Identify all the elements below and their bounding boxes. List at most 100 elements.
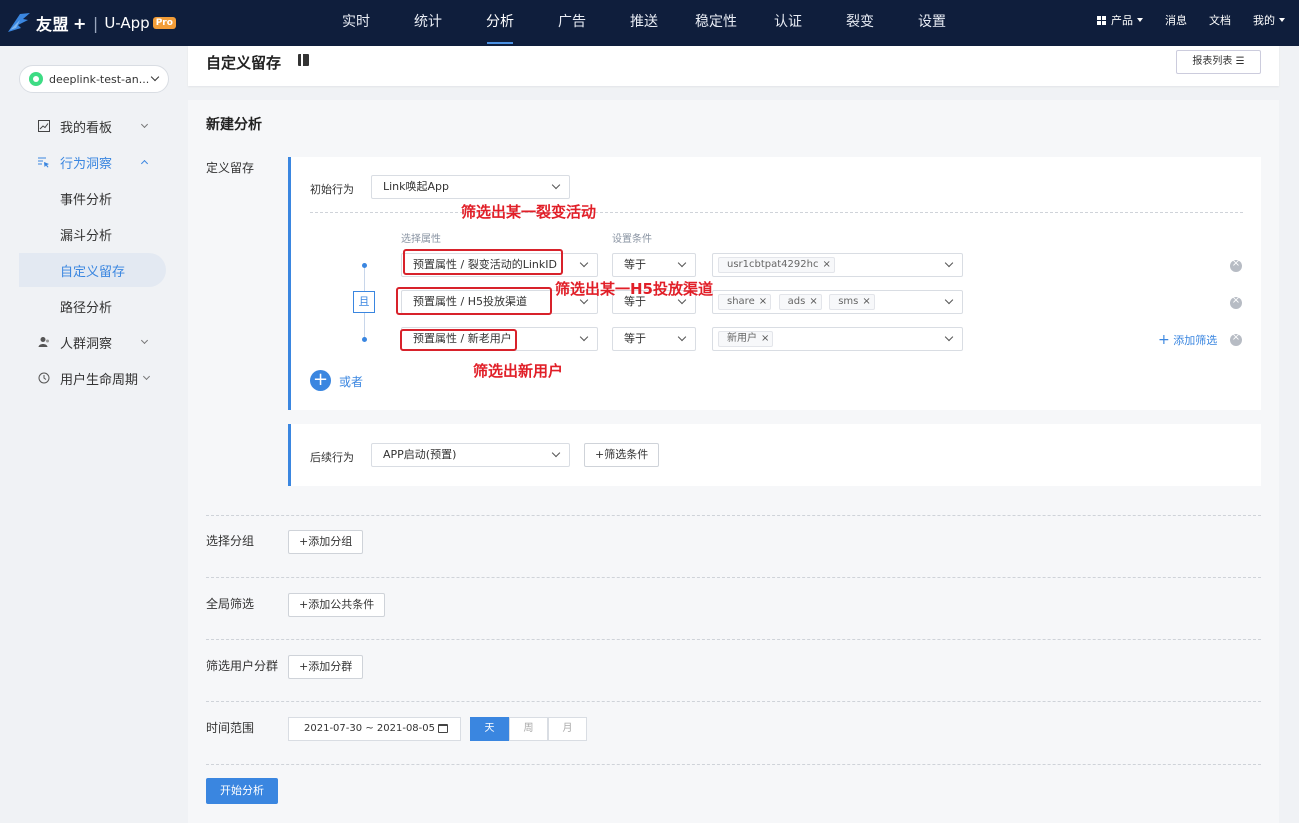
initial-behavior-select[interactable]: Link唤起App — [371, 175, 570, 199]
sidebar-item-event-analysis[interactable]: 事件分析 — [19, 181, 166, 215]
end-date: 2021-08-05 — [376, 723, 436, 734]
and-toggle[interactable]: 且 — [353, 291, 375, 313]
sidebar-item-custom-retention[interactable]: 自定义留存 — [19, 253, 166, 287]
add-common-condition-button[interactable]: +添加公共条件 — [288, 593, 386, 617]
page-header: 自定义留存 报表列表 ☰ — [188, 46, 1279, 86]
chevron-down-icon — [551, 448, 561, 458]
remove-filter-icon[interactable] — [1230, 258, 1242, 272]
tab-statistics[interactable]: 统计 — [392, 0, 464, 46]
add-or-plus-icon[interactable]: + — [310, 370, 331, 391]
divider — [206, 515, 1261, 516]
sidebar-item-path-analysis[interactable]: 路径分析 — [19, 289, 166, 323]
messages-link[interactable]: 消息 — [1165, 12, 1187, 28]
close-icon[interactable]: × — [761, 333, 769, 344]
remove-filter-icon[interactable] — [1230, 332, 1242, 346]
chevron-up-icon — [140, 159, 149, 168]
close-icon[interactable]: × — [862, 296, 870, 307]
add-segment-button[interactable]: +添加分群 — [288, 655, 364, 679]
tag-label: ads — [787, 296, 806, 307]
followup-behavior-block: 后续行为 APP启动(预置) +筛选条件 — [288, 424, 1261, 486]
sidebar-item-lifecycle[interactable]: 用户生命周期 — [19, 361, 166, 395]
chevron-down-icon — [579, 332, 589, 342]
mine-menu[interactable]: 我的 — [1253, 12, 1285, 28]
tab-fission[interactable]: 裂变 — [824, 0, 896, 46]
report-list-button[interactable]: 报表列表 ☰ — [1176, 50, 1261, 74]
annotation-text: 筛选出新用户 — [473, 362, 564, 380]
tab-stability[interactable]: 稳定性 — [680, 0, 752, 46]
value-tag: usr1cbtpat4292hc × — [718, 257, 835, 273]
chart-icon — [38, 120, 50, 132]
divider — [206, 701, 1261, 702]
initial-behavior-value: Link唤起App — [383, 180, 450, 193]
tag-label: share — [727, 296, 755, 307]
chevron-down-icon — [579, 258, 589, 268]
followup-behavior-label: 后续行为 — [310, 451, 354, 464]
tag-label: 新用户 — [727, 333, 757, 344]
analysis-panel: 新建分析 定义留存 初始行为 Link唤起App 选择属性 设置条件 且 预置属… — [188, 100, 1279, 823]
annotation-text: 筛选出某一H5投放渠道 — [555, 280, 713, 298]
docs-link[interactable]: 文档 — [1209, 12, 1231, 28]
granularity-day[interactable]: 天 — [470, 717, 509, 741]
products-menu[interactable]: 产品 — [1097, 12, 1143, 28]
sidebar: deeplink-test-an... 我的看板 行为洞察 事件分析 漏斗分析 … — [0, 46, 186, 823]
pro-badge: Pro — [152, 17, 176, 29]
select-attr-hint: 选择属性 — [401, 234, 441, 245]
granularity-week[interactable]: 周 — [509, 717, 548, 741]
calendar-icon — [438, 724, 448, 733]
nav-right-menu: 产品 消息 文档 我的 — [1075, 0, 1285, 40]
date-range-picker[interactable]: 2021-07-30 ~ 2021-08-05 — [288, 717, 461, 741]
annotation-text: 筛选出某一裂变活动 — [461, 203, 597, 221]
granularity-month[interactable]: 月 — [548, 717, 587, 741]
chevron-down-icon — [150, 72, 160, 82]
sidebar-item-funnel-analysis[interactable]: 漏斗分析 — [19, 217, 166, 251]
followup-behavior-select[interactable]: APP启动(预置) — [371, 443, 570, 467]
caret-down-icon — [1137, 18, 1143, 22]
sidebar-item-behavior[interactable]: 行为洞察 — [19, 145, 166, 179]
umeng-logo[interactable]: 友盟 + | U-App Pro — [6, 8, 176, 38]
filter-operator-select[interactable]: 等于 — [612, 327, 696, 351]
chevron-down-icon — [142, 372, 151, 381]
add-filter-link[interactable]: + 添加筛选 — [1158, 332, 1217, 348]
initial-behavior-label: 初始行为 — [310, 183, 354, 196]
time-range-label: 时间范围 — [206, 721, 255, 735]
close-icon[interactable]: × — [809, 296, 817, 307]
tab-analysis[interactable]: 分析 — [464, 0, 536, 46]
add-condition-button[interactable]: +筛选条件 — [584, 443, 660, 467]
product-name: U-App — [104, 14, 150, 32]
initial-behavior-block: 初始行为 Link唤起App 选择属性 设置条件 且 预置属性 / 裂变活动的L… — [288, 157, 1261, 410]
filter-value-select[interactable]: usr1cbtpat4292hc × — [712, 253, 963, 277]
tab-realtime[interactable]: 实时 — [320, 0, 392, 46]
app-selector[interactable]: deeplink-test-an... — [19, 65, 169, 93]
close-icon[interactable]: × — [822, 259, 830, 270]
remove-filter-icon[interactable] — [1230, 295, 1242, 309]
start-analysis-button[interactable]: 开始分析 — [206, 778, 278, 804]
sidebar-item-dashboard[interactable]: 我的看板 — [19, 109, 166, 143]
chevron-down-icon — [677, 258, 687, 268]
add-group-button[interactable]: +添加分组 — [288, 530, 364, 554]
brand-plus: + — [73, 13, 87, 33]
start-date: 2021-07-30 — [304, 723, 363, 734]
annotation-box — [403, 249, 563, 275]
cycle-icon — [38, 372, 50, 384]
section-title: 新建分析 — [206, 117, 262, 133]
tag-label: usr1cbtpat4292hc — [727, 259, 819, 270]
filter-value-select[interactable]: 新用户 × — [712, 327, 963, 351]
filter-operator-select[interactable]: 等于 — [612, 253, 696, 277]
tab-ads[interactable]: 广告 — [536, 0, 608, 46]
caret-down-icon — [1279, 18, 1285, 22]
filter-value-select[interactable]: share × ads × sms × — [712, 290, 963, 314]
sidebar-item-crowd[interactable]: 人群洞察 — [19, 325, 166, 359]
close-icon[interactable]: × — [759, 296, 767, 307]
tab-auth[interactable]: 认证 — [752, 0, 824, 46]
tab-push[interactable]: 推送 — [608, 0, 680, 46]
app-name: deeplink-test-an... — [49, 72, 150, 86]
filter-operator-value: 等于 — [624, 332, 646, 345]
book-icon[interactable] — [298, 54, 309, 66]
bird-logo-icon — [8, 13, 30, 32]
chevron-down-icon — [140, 336, 149, 345]
or-label[interactable]: 或者 — [339, 373, 363, 390]
global-filter-label: 全局筛选 — [206, 597, 255, 611]
sidebar-item-label: 行为洞察 — [60, 156, 113, 172]
top-nav-bar: 友盟 + | U-App Pro 实时 统计 分析 广告 推送 稳定性 认证 裂… — [0, 0, 1299, 46]
tab-settings[interactable]: 设置 — [896, 0, 968, 46]
